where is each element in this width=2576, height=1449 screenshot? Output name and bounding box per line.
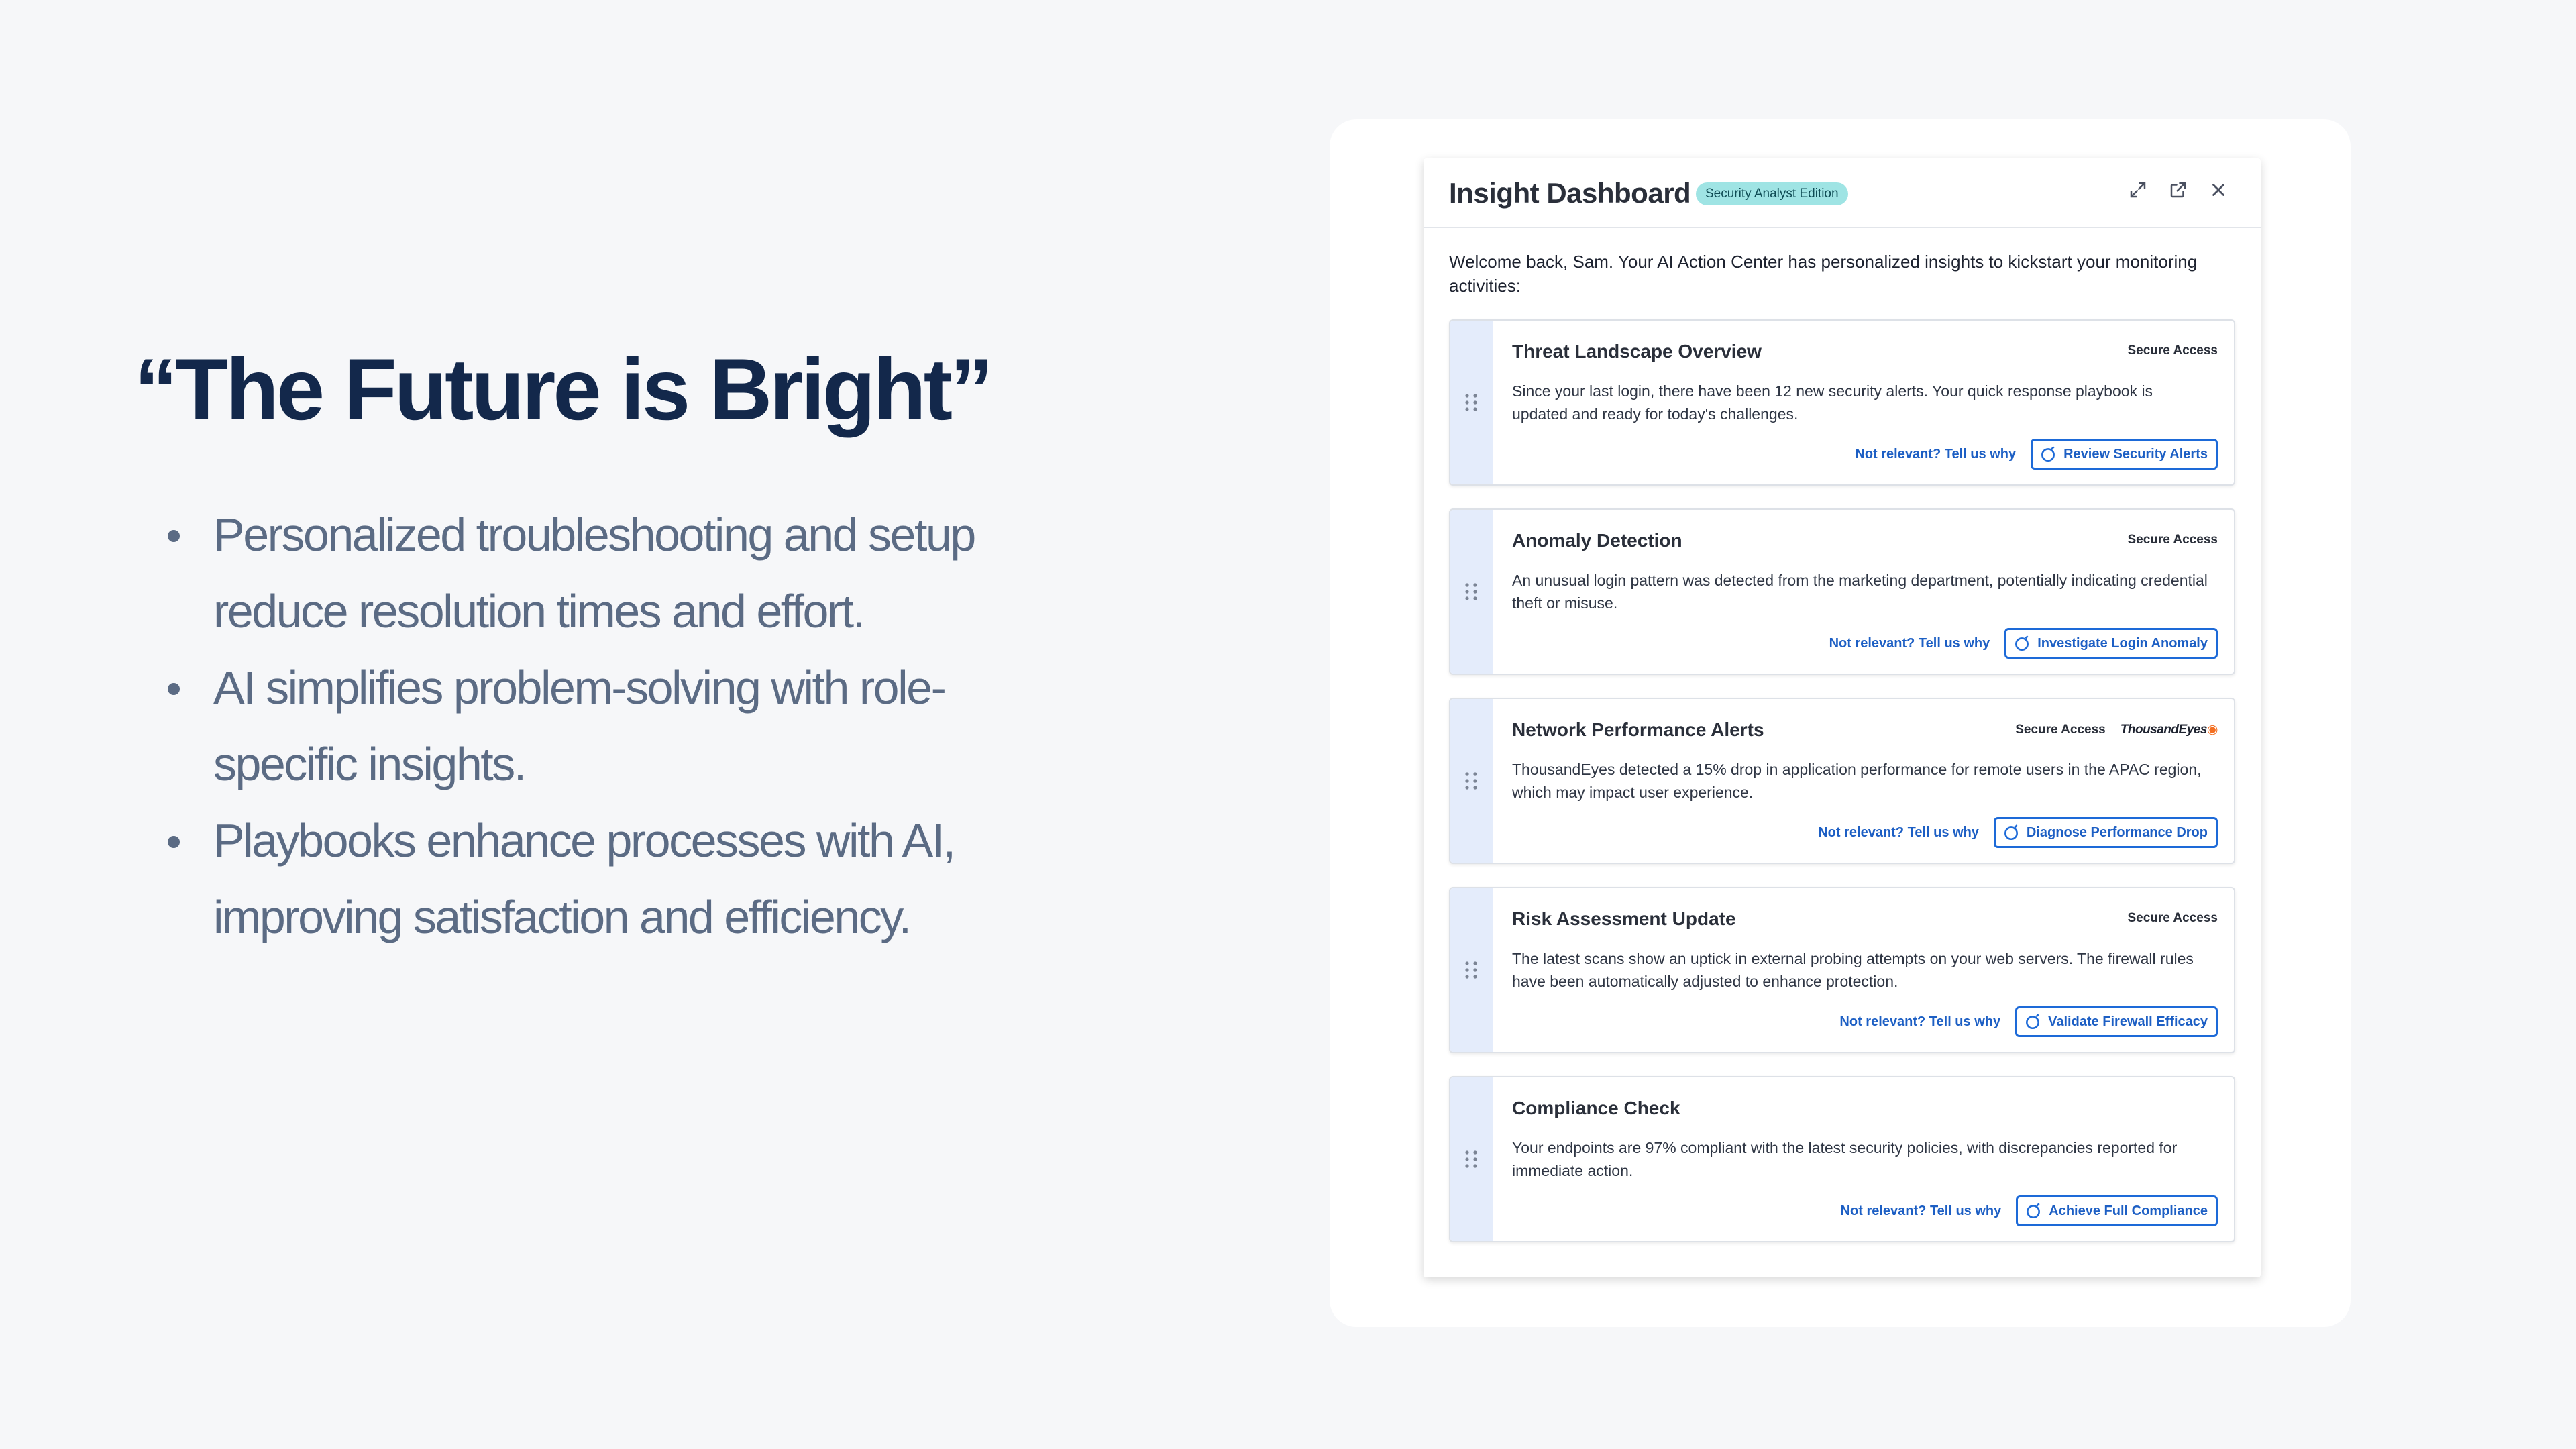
window-controls <box>2128 180 2229 200</box>
product-tag: Secure Access <box>2127 343 2218 358</box>
ai-assistant-icon <box>2004 824 2018 841</box>
drag-grip-icon <box>1465 961 1477 979</box>
bullet-item: Playbooks enhance processes with AI, imp… <box>168 802 1053 955</box>
product-tag: Secure Access <box>2127 911 2218 925</box>
card-description: Since your last login, there have been 1… <box>1512 382 2153 423</box>
ai-assistant-icon <box>2015 635 2029 651</box>
action-button-label: Review Security Alerts <box>2063 446 2208 462</box>
drag-handle[interactable] <box>1450 699 1493 863</box>
bullet-text: Playbooks enhance processes with AI, imp… <box>213 814 956 943</box>
ai-assistant-icon <box>2027 1203 2041 1219</box>
validate-firewall-efficacy-button[interactable]: Validate Firewall Efficacy <box>2015 1006 2218 1037</box>
thousandeyes-logo: ThousandEyes◉ <box>2121 722 2218 737</box>
drag-grip-icon <box>1465 772 1477 790</box>
product-tag: Secure Access <box>2127 533 2218 547</box>
card-description: The latest scans show an uptick in exter… <box>1512 950 2194 990</box>
card-title: Risk Assessment Update <box>1512 908 1736 929</box>
action-button-label: Validate Firewall Efficacy <box>2048 1014 2208 1029</box>
bullet-text: AI simplifies problem-solving with role-… <box>213 661 947 790</box>
brand-name: ThousandEyes <box>2120 722 2208 737</box>
product-tag: Secure Access <box>2015 722 2106 737</box>
drag-grip-icon <box>1465 394 1477 411</box>
insight-dashboard-window: Insight Dashboard Security Analyst Editi… <box>1424 158 2261 1277</box>
insight-card-threat-landscape: Threat Landscape Overview Secure Access … <box>1449 319 2235 486</box>
drag-grip-icon <box>1465 583 1477 600</box>
not-relevant-link[interactable]: Not relevant? Tell us why <box>1841 1203 2002 1219</box>
insight-card-network-performance: Network Performance Alerts Secure Access… <box>1449 698 2235 864</box>
insight-card-anomaly-detection: Anomaly Detection Secure Access An unusu… <box>1449 508 2235 675</box>
close-icon[interactable] <box>2208 180 2229 200</box>
dashboard-title: Insight Dashboard <box>1449 177 1691 209</box>
expand-icon[interactable] <box>2128 180 2148 200</box>
achieve-full-compliance-button[interactable]: Achieve Full Compliance <box>2016 1195 2218 1226</box>
welcome-message: Welcome back, Sam. Your AI Action Center… <box>1449 252 2198 296</box>
drag-handle[interactable] <box>1450 321 1493 484</box>
not-relevant-link[interactable]: Not relevant? Tell us why <box>1855 447 2016 462</box>
card-title: Anomaly Detection <box>1512 530 1682 551</box>
bullet-text: Personalized troubleshooting and setup r… <box>213 508 976 637</box>
drag-handle[interactable] <box>1450 888 1493 1052</box>
diagnose-performance-drop-button[interactable]: Diagnose Performance Drop <box>1993 817 2218 848</box>
slide-headline: “The Future is Bright” <box>134 340 994 438</box>
insight-card-list: Threat Landscape Overview Secure Access … <box>1449 319 2235 1265</box>
drag-grip-icon <box>1465 1150 1477 1168</box>
card-description: Your endpoints are 97% compliant with th… <box>1512 1139 2178 1179</box>
ai-assistant-icon <box>2041 446 2055 462</box>
action-button-label: Investigate Login Anomaly <box>2037 635 2208 651</box>
edition-badge: Security Analyst Edition <box>1696 182 1848 205</box>
card-title: Compliance Check <box>1512 1097 1680 1118</box>
bullet-dot <box>168 836 180 848</box>
open-external-icon[interactable] <box>2168 180 2188 200</box>
brand-eye-icon: ◉ <box>2206 722 2218 737</box>
action-button-label: Achieve Full Compliance <box>2049 1203 2208 1218</box>
card-description: An unusual login pattern was detected fr… <box>1512 572 2208 612</box>
action-button-label: Diagnose Performance Drop <box>2026 824 2208 840</box>
bullet-dot <box>168 683 180 695</box>
bullet-list: Personalized troubleshooting and setup r… <box>168 496 1053 955</box>
drag-handle[interactable] <box>1450 510 1493 674</box>
not-relevant-link[interactable]: Not relevant? Tell us why <box>1839 1014 2000 1030</box>
not-relevant-link[interactable]: Not relevant? Tell us why <box>1818 825 1979 841</box>
review-security-alerts-button[interactable]: Review Security Alerts <box>2031 439 2218 470</box>
insight-card-compliance-check: Compliance Check Your endpoints are 97% … <box>1449 1076 2235 1242</box>
not-relevant-link[interactable]: Not relevant? Tell us why <box>1829 636 1990 651</box>
dashboard-header: Insight Dashboard Security Analyst Editi… <box>1424 158 2261 228</box>
bullet-dot <box>168 530 180 542</box>
card-description: ThousandEyes detected a 15% drop in appl… <box>1512 761 2202 801</box>
ai-assistant-icon <box>2026 1014 2040 1030</box>
drag-handle[interactable] <box>1450 1077 1493 1241</box>
investigate-login-anomaly-button[interactable]: Investigate Login Anomaly <box>2004 628 2218 659</box>
bullet-item: Personalized troubleshooting and setup r… <box>168 496 1053 649</box>
insight-card-risk-assessment: Risk Assessment Update Secure Access The… <box>1449 887 2235 1053</box>
bullet-item: AI simplifies problem-solving with role-… <box>168 649 1053 802</box>
card-title: Threat Landscape Overview <box>1512 341 1762 362</box>
